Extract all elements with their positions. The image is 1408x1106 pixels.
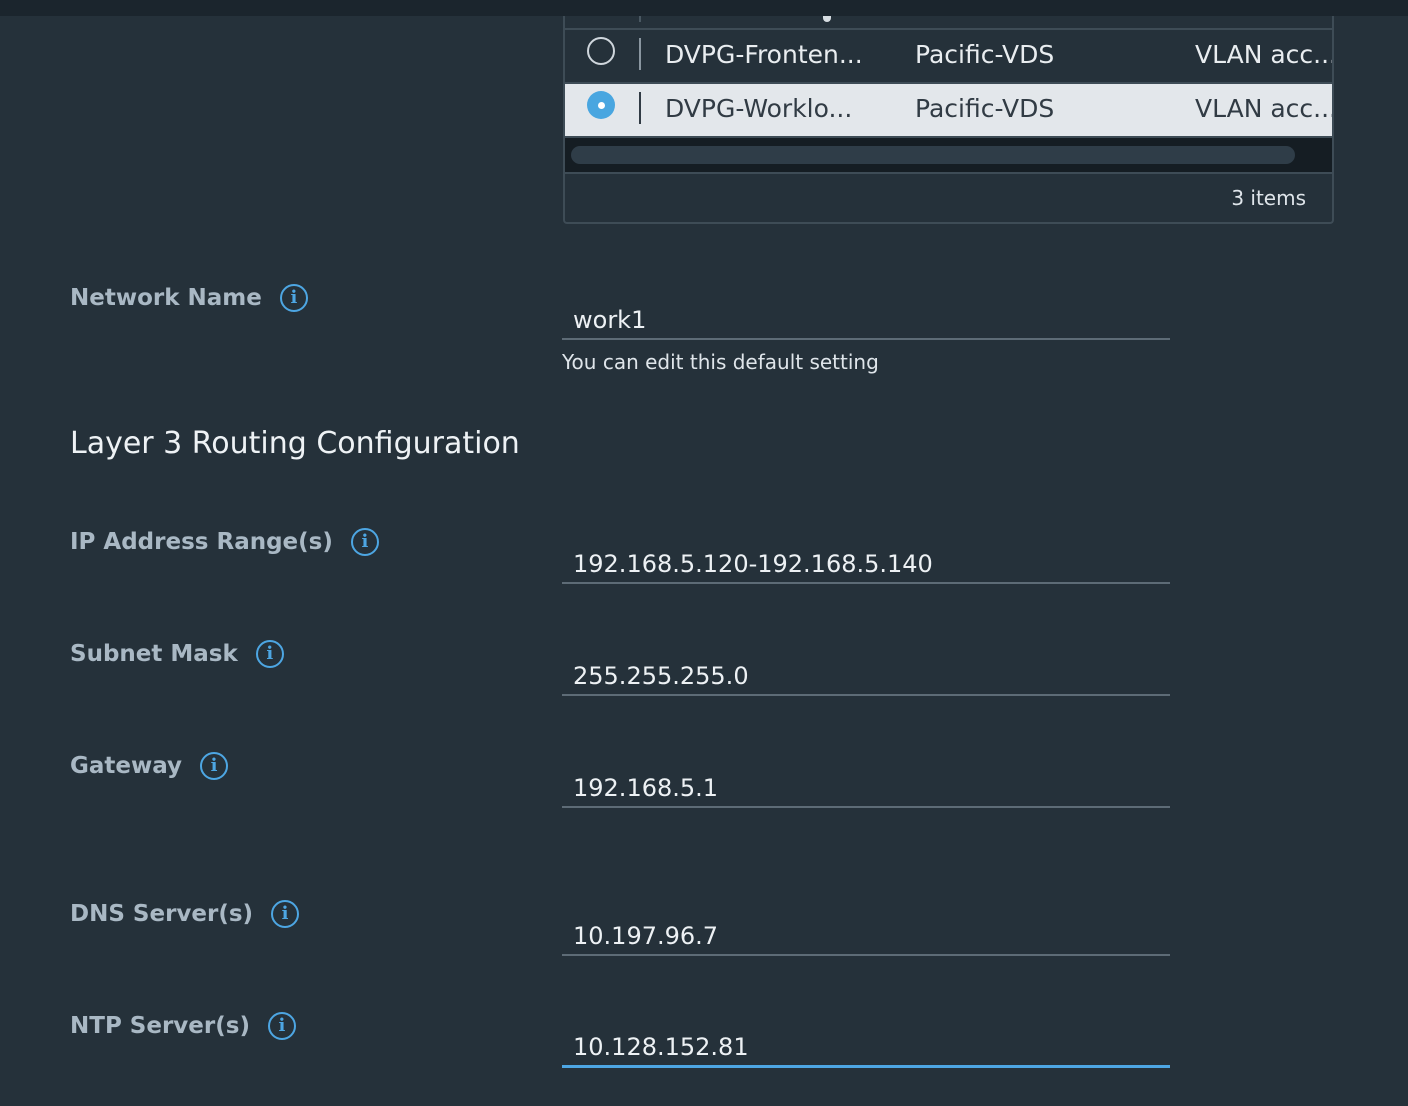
radio-button-selected[interactable] — [587, 91, 615, 119]
ip-range-label-text: IP Address Range(s) — [70, 529, 333, 555]
ip-range-input[interactable] — [573, 550, 1163, 578]
subnet-mask-field[interactable] — [562, 652, 1170, 696]
radio-button[interactable] — [587, 37, 615, 65]
network-name-hint: You can edit this default setting — [562, 350, 879, 374]
distributed-switch: Pacific-VDS — [915, 94, 1055, 123]
info-icon[interactable]: i — [200, 752, 229, 780]
info-icon[interactable]: i — [279, 284, 308, 312]
subnet-mask-label: Subnet Mask i — [70, 640, 284, 668]
scrollbar-thumb[interactable] — [571, 146, 1295, 164]
gateway-input[interactable] — [573, 774, 1163, 802]
distributed-switch: Pacific-VDS — [915, 40, 1055, 69]
cell-divider — [639, 38, 641, 70]
port-group-name: DVPG-Fronten... — [665, 40, 863, 69]
subnet-mask-input[interactable] — [573, 662, 1163, 690]
cell-divider — [639, 92, 641, 124]
info-icon[interactable]: i — [267, 1012, 296, 1040]
network-name-input[interactable] — [573, 306, 1163, 334]
header-sort-marker — [823, 16, 831, 22]
info-icon[interactable]: i — [255, 640, 284, 668]
gateway-field[interactable] — [562, 764, 1170, 808]
ntp-servers-input[interactable] — [573, 1033, 1163, 1061]
header-divider — [639, 16, 641, 22]
info-icon[interactable]: i — [271, 900, 300, 928]
grid-row-selected[interactable]: DVPG-Worklo... Pacific-VDS VLAN acc... — [565, 84, 1332, 138]
ntp-servers-field[interactable] — [562, 1024, 1170, 1068]
dns-servers-input[interactable] — [573, 922, 1163, 950]
vlan-type: VLAN acc... — [1195, 40, 1334, 69]
section-title: Layer 3 Routing Configuration — [70, 426, 520, 461]
info-icon[interactable]: i — [350, 528, 379, 556]
dns-servers-field[interactable] — [562, 912, 1170, 956]
top-bar — [0, 0, 1408, 16]
port-group-name: DVPG-Worklo... — [665, 94, 853, 123]
subnet-mask-label-text: Subnet Mask — [70, 641, 238, 667]
network-name-label: Network Name i — [70, 284, 308, 312]
port-group-datagrid: DVPG-Fronten... Pacific-VDS VLAN acc... … — [563, 16, 1334, 224]
network-name-label-text: Network Name — [70, 285, 262, 311]
dns-servers-label-text: DNS Server(s) — [70, 901, 254, 927]
ip-range-field[interactable] — [562, 540, 1170, 584]
vlan-type: VLAN acc... — [1195, 94, 1334, 123]
ntp-servers-label: NTP Server(s) i — [70, 1012, 296, 1040]
network-name-field[interactable] — [562, 296, 1170, 340]
gateway-label: Gateway i — [70, 752, 229, 780]
grid-header — [565, 16, 1332, 30]
ntp-servers-label-text: NTP Server(s) — [70, 1013, 250, 1039]
ip-range-label: IP Address Range(s) i — [70, 528, 379, 556]
horizontal-scrollbar[interactable] — [565, 138, 1332, 174]
dns-servers-label: DNS Server(s) i — [70, 900, 300, 928]
item-count: 3 items — [1231, 186, 1306, 210]
grid-row[interactable]: DVPG-Fronten... Pacific-VDS VLAN acc... — [565, 30, 1332, 84]
gateway-label-text: Gateway — [70, 753, 183, 779]
